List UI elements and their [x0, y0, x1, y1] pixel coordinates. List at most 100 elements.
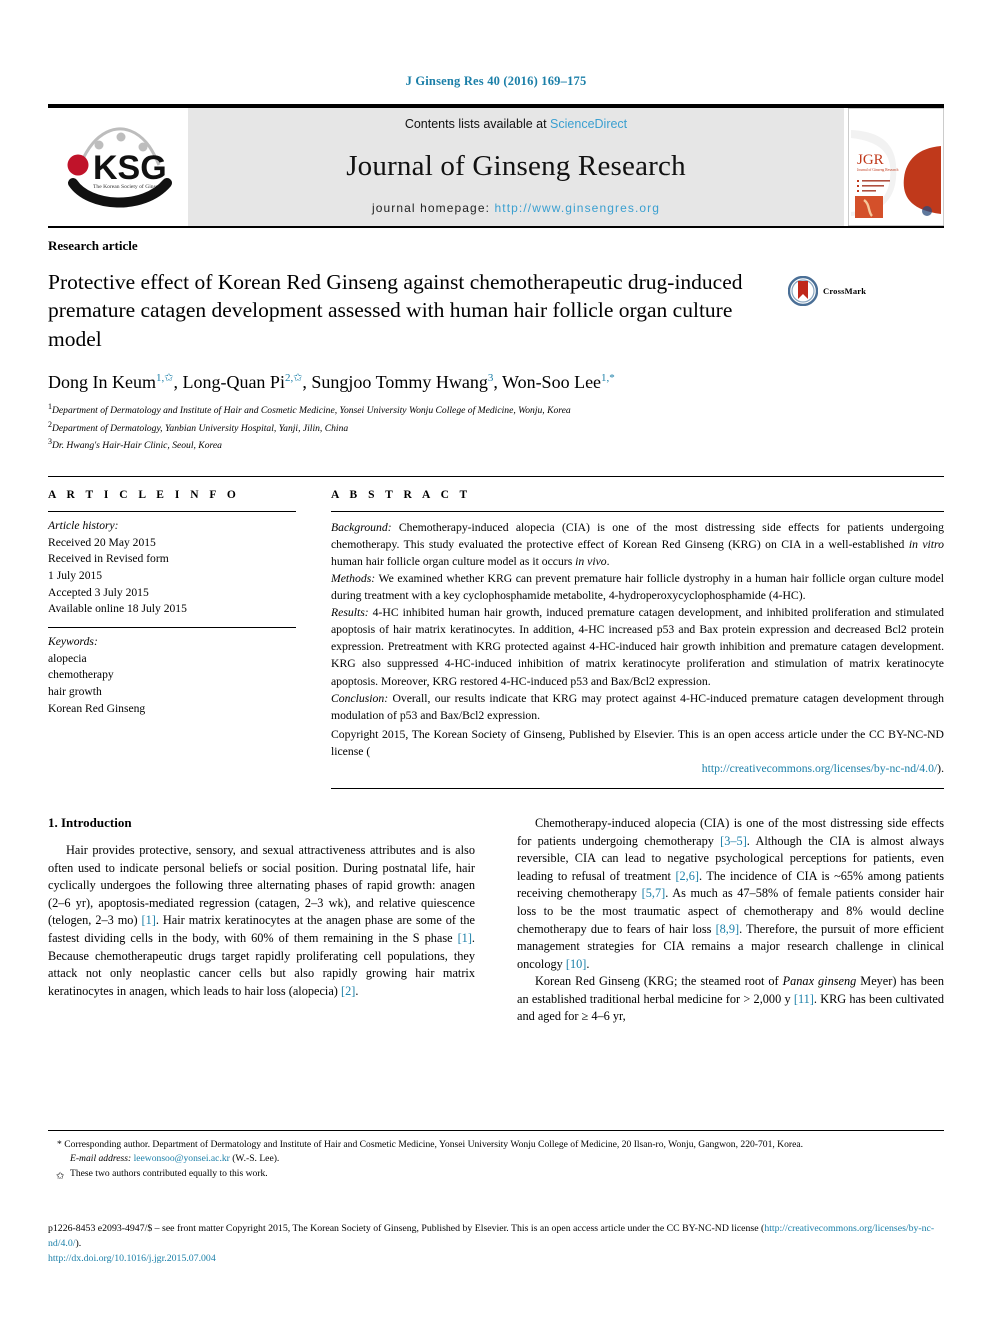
history-item: Accepted 3 July 2015: [48, 585, 149, 599]
email-label: E-mail address:: [70, 1153, 132, 1165]
article-info-heading: A R T I C L E I N F O: [48, 488, 240, 501]
info-abstract-region: A R T I C L E I N F O Article history: R…: [48, 475, 944, 790]
copyright-tail: ).: [937, 761, 944, 775]
journal-masthead: KSG The Korean Society of Ginseng Conten…: [48, 104, 944, 226]
contents-prefix: Contents lists available at: [404, 117, 551, 131]
article-history-label: Article history:: [48, 518, 119, 532]
journal-homepage-line: journal homepage: http://www.ginsengres.…: [372, 201, 660, 215]
keyword-item: hair growth: [48, 685, 102, 699]
svg-text:Journal of Ginseng Research: Journal of Ginseng Research: [857, 168, 899, 172]
author-affil-marker: 1,✩: [155, 372, 174, 385]
abstract-background-label: Background:: [331, 520, 392, 534]
page-title: Protective effect of Korean Red Ginseng …: [48, 270, 743, 351]
divider: [331, 788, 944, 790]
abstract-results-label: Results:: [331, 606, 369, 620]
crossmark-badge[interactable]: CrossMark: [788, 276, 880, 306]
section-heading-introduction: 1. Introduction: [48, 815, 132, 831]
contents-list-line: Contents lists available at ScienceDirec…: [405, 117, 627, 131]
title-row: Protective effect of Korean Red Ginseng …: [48, 268, 944, 353]
abstract-results-text: 4-HC inhibited human hair growth, induce…: [331, 606, 944, 688]
footer-issn-block: p1226-8453 e2093-4947/$ – see front matt…: [48, 1222, 944, 1267]
text-run: .: [586, 956, 590, 971]
footnote-block: * Corresponding author. Department of De…: [48, 1130, 944, 1182]
article-info-column: A R T I C L E I N F O Article history: R…: [48, 489, 296, 789]
article-head: Research article Protective effect of Ko…: [48, 226, 944, 454]
abstract-body: Background: Chemotherapy-induced alopeci…: [331, 512, 944, 777]
crossmark-icon: [788, 276, 818, 306]
intro-paragraph-right-2: Korean Red Ginseng (KRG; the steamed roo…: [517, 974, 944, 1024]
affiliation-text: Department of Dermatology and Institute …: [52, 405, 571, 417]
keyword-item: Korean Red Ginseng: [48, 701, 146, 715]
ksg-logo: KSG The Korean Society of Ginseng: [48, 108, 188, 226]
citation-ref[interactable]: [2]: [341, 984, 355, 998]
author-list: Dong In Keum1,✩, Long-Quan Pi2,✩, Sungjo…: [48, 372, 615, 393]
citation-ref[interactable]: [2,6]: [675, 869, 699, 883]
abstract-methods: Methods: We examined whether KRG can pre…: [331, 570, 944, 604]
keywords-label: Keywords:: [48, 634, 98, 648]
body-column-left: 1. Introduction Hair provides protective…: [48, 815, 475, 1026]
affiliation-text: Department of Dermatology, Yanbian Unive…: [52, 422, 349, 434]
doi-link[interactable]: http://dx.doi.org/10.1016/j.jgr.2015.07.…: [48, 1252, 944, 1267]
abstract-background: Background: Chemotherapy-induced alopeci…: [331, 519, 944, 570]
star-marker-icon: ✩: [56, 1170, 65, 1182]
homepage-prefix: journal homepage:: [371, 201, 495, 215]
journal-homepage-link[interactable]: http://www.ginsengres.org: [494, 201, 660, 215]
affiliation-item: 3Dr. Hwang's Hair-Hair Clinic, Seoul, Ko…: [48, 436, 944, 454]
species-name: Panax ginseng: [782, 974, 857, 989]
masthead-center: Contents lists available at ScienceDirec…: [188, 108, 844, 226]
abstract-conclusion-label: Conclusion:: [331, 691, 389, 705]
keyword-item: alopecia: [48, 651, 87, 665]
crossmark-label: CrossMark: [823, 286, 867, 296]
journal-cover-icon: JGR Journal of Ginseng Research: [848, 108, 944, 226]
citation-ref[interactable]: [10]: [566, 957, 587, 971]
article-history-block: Article history: Received 20 May 2015 Re…: [48, 512, 296, 627]
issn-text: p1226-8453 e2093-4947/$ – see front matt…: [48, 1223, 765, 1234]
affiliation-text: Dr. Hwang's Hair-Hair Clinic, Seoul, Kor…: [52, 440, 222, 452]
intro-paragraph-right-1: Chemotherapy-induced alopecia (CIA) is o…: [517, 815, 944, 973]
paper-page: J Ginseng Res 40 (2016) 169–175 KSG The …: [0, 0, 992, 1323]
footnote-equal-contribution: ✩ These two authors contributed equally …: [48, 1167, 944, 1182]
abstract-methods-label: Methods:: [331, 572, 376, 586]
text-run: .: [355, 983, 359, 998]
body-columns: 1. Introduction Hair provides protective…: [48, 815, 944, 1026]
citation-ref[interactable]: [3–5]: [720, 834, 747, 848]
citation-ref[interactable]: [1]: [142, 913, 156, 927]
history-item: Available online 18 July 2015: [48, 602, 187, 616]
footnote-email: E-mail address: leewonsoo@yonsei.ac.kr (…: [48, 1152, 944, 1166]
abstract-conclusion-text: Overall, our results indicate that KRG m…: [331, 691, 944, 722]
sciencedirect-link[interactable]: ScienceDirect: [550, 117, 627, 131]
affiliation-item: 2Department of Dermatology, Yanbian Univ…: [48, 419, 944, 437]
abstract-results: Results: 4-HC inhibited human hair growt…: [331, 604, 944, 689]
citation-ref[interactable]: [1]: [458, 931, 472, 945]
citation-ref[interactable]: [5,7]: [642, 886, 666, 900]
history-item: Received in Revised form: [48, 552, 169, 566]
abstract-background-text: Chemotherapy-induced alopecia (CIA) is o…: [331, 520, 945, 569]
svg-text:KSG: KSG: [93, 149, 167, 187]
keywords-block: Keywords: alopecia chemotherapy hair gro…: [48, 628, 296, 726]
email-link[interactable]: leewonsoo@yonsei.ac.kr: [134, 1153, 230, 1164]
abstract-conclusion: Conclusion: Overall, our results indicat…: [331, 690, 944, 724]
journal-cover-thumbnail: JGR Journal of Ginseng Research: [844, 108, 944, 226]
article-type-label: Research article: [48, 238, 138, 253]
svg-text:JGR: JGR: [857, 152, 884, 168]
ksg-logo-icon: KSG The Korean Society of Ginseng: [67, 127, 172, 208]
citation-ref[interactable]: [11]: [794, 992, 814, 1006]
abstract-methods-text: We examined whether KRG can prevent prem…: [331, 572, 944, 603]
author-affil-marker: 2,✩: [284, 372, 303, 385]
citation-ref[interactable]: [8,9]: [716, 922, 740, 936]
cc-license-link[interactable]: http://creativecommons.org/licenses/by-n…: [702, 762, 937, 775]
email-tail: (W.-S. Lee).: [229, 1153, 280, 1165]
affiliation-item: 1Department of Dermatology and Institute…: [48, 401, 944, 419]
issn-tail: ).: [75, 1237, 82, 1249]
copyright-text: Copyright 2015, The Korean Society of Gi…: [331, 727, 944, 758]
intro-paragraph-left: Hair provides protective, sensory, and s…: [48, 842, 475, 1000]
history-item: 1 July 2015: [48, 568, 103, 582]
equal-contribution-text: These two authors contributed equally to…: [70, 1167, 268, 1179]
author-affil-marker: 1,*: [601, 372, 615, 385]
history-item: Received 20 May 2015: [48, 535, 156, 549]
abstract-copyright: Copyright 2015, The Korean Society of Gi…: [331, 726, 944, 777]
journal-title: Journal of Ginseng Research: [346, 149, 686, 182]
body-column-right: Chemotherapy-induced alopecia (CIA) is o…: [517, 815, 944, 1026]
keyword-item: chemotherapy: [48, 668, 114, 682]
affiliation-list: 1Department of Dermatology and Institute…: [48, 401, 944, 454]
